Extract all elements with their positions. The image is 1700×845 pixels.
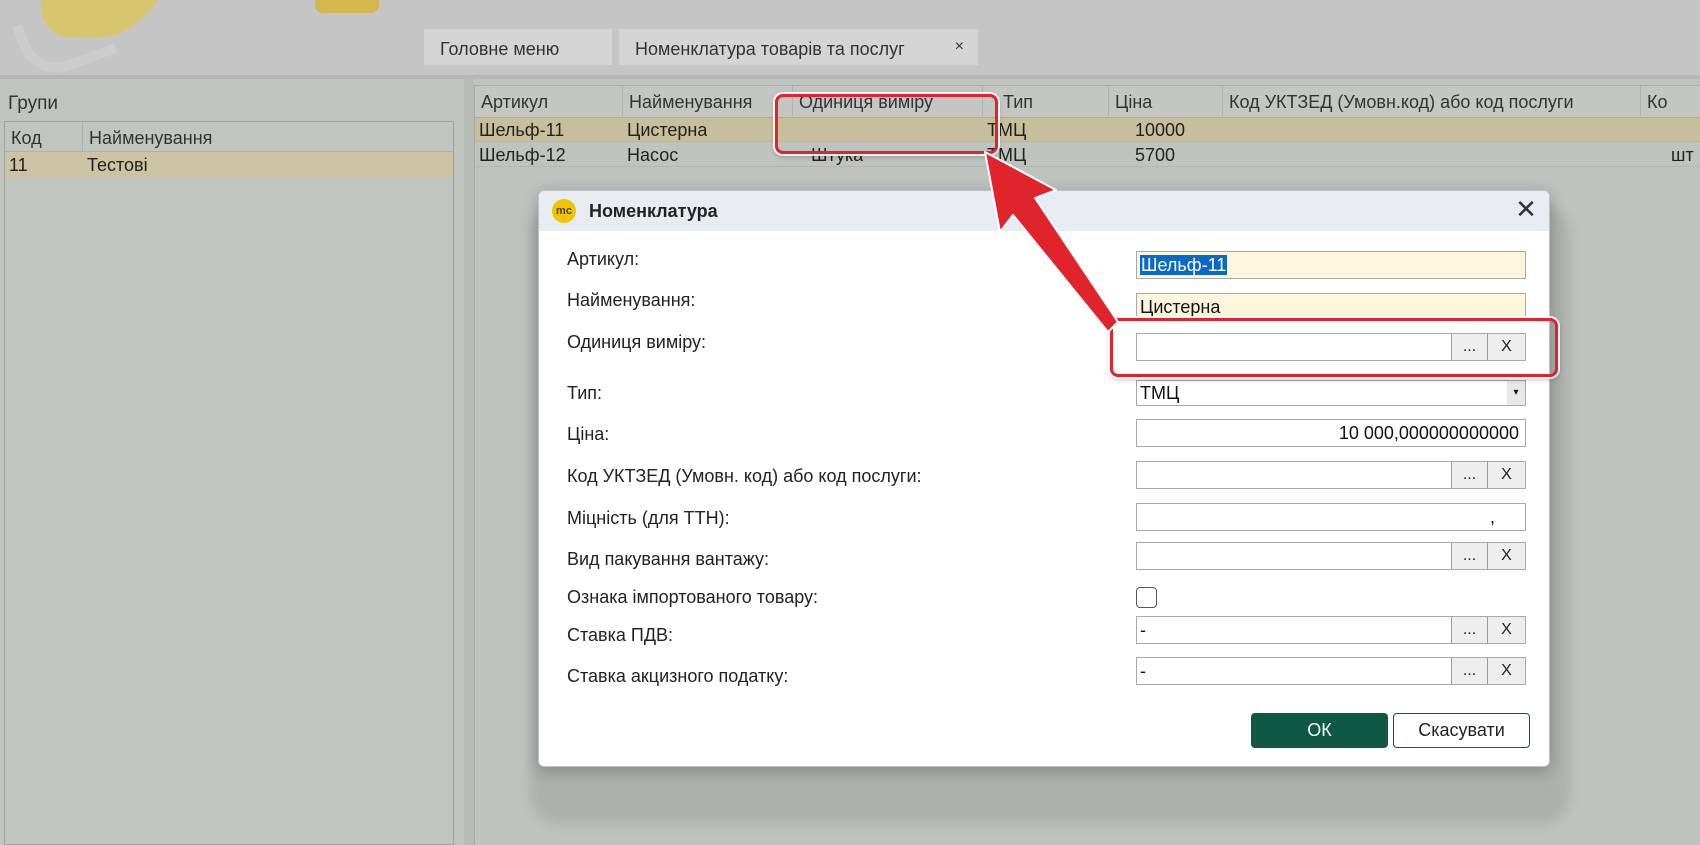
close-icon[interactable]: ✕ (1511, 196, 1541, 226)
strength-field[interactable]: , (1136, 503, 1526, 531)
unit-label: Одиниця виміру: (567, 332, 707, 352)
cell-article: Шельф-11 (479, 120, 565, 140)
type-value: ТМЦ (1140, 383, 1180, 403)
close-icon[interactable]: × (955, 38, 964, 56)
type-select[interactable]: ТМЦ ▾ (1136, 380, 1526, 406)
excise-select-button[interactable]: ... (1451, 658, 1488, 684)
strength-label: Міцність (для ТТН): (567, 508, 730, 528)
column-header-type[interactable]: Тип (983, 86, 1109, 118)
vat-value: - (1140, 620, 1146, 640)
name-label: Найменування: (567, 290, 696, 310)
cell-name: Тестові (87, 155, 148, 175)
column-header-price[interactable]: Ціна (1109, 86, 1223, 118)
nomenclature-dialog: mc Номенклатура ✕ Артикул: Шельф-11 Найм… (538, 190, 1550, 767)
cell-price: 5700 (1135, 145, 1176, 165)
article-value: Шельф-11 (1140, 255, 1228, 275)
uktzed-field[interactable]: ... X (1136, 461, 1526, 489)
app-logo-icon: mc (552, 199, 576, 223)
type-label: Тип: (567, 383, 603, 403)
chevron-down-icon[interactable]: ▾ (1507, 381, 1525, 405)
excise-field[interactable]: - ... X (1136, 657, 1526, 685)
cell-name: Насос (627, 145, 679, 165)
header-yellow-button[interactable] (315, 0, 379, 13)
vat-select-button[interactable]: ... (1451, 617, 1488, 643)
vat-label: Ставка ПДВ: (567, 625, 674, 645)
table-row[interactable]: Шельф-11 Цистерна ТМЦ 10000 (475, 118, 1700, 142)
packing-select-button[interactable]: ... (1451, 543, 1488, 569)
cell-name: Цистерна (627, 120, 708, 140)
packing-clear-button[interactable]: X (1487, 543, 1525, 569)
article-field[interactable]: Шельф-11 (1136, 251, 1526, 279)
cell-article: Шельф-12 (479, 145, 566, 165)
panel-splitter[interactable] (464, 79, 474, 845)
column-header-name[interactable]: Найменування (83, 122, 453, 151)
tab-nomenclature[interactable]: Номенклатура товарів та послуг × (618, 28, 979, 65)
column-header-code[interactable]: Код (5, 122, 83, 151)
uktzed-clear-button[interactable]: X (1487, 462, 1525, 488)
imported-label: Ознака імпортованого товару: (567, 587, 819, 607)
excise-clear-button[interactable]: X (1487, 658, 1525, 684)
imported-checkbox[interactable] (1136, 587, 1157, 608)
vat-field[interactable]: - ... X (1136, 616, 1526, 644)
dialog-title: Номенклатура (589, 201, 718, 221)
uktzed-label: Код УКТЗЕД (Умовн. код) або код послуги: (567, 466, 922, 486)
excise-label: Ставка акцизного податку: (567, 666, 789, 686)
column-header-article[interactable]: Артикул (475, 86, 623, 118)
column-header-name[interactable]: Найменування (623, 86, 793, 118)
uktzed-select-button[interactable]: ... (1451, 462, 1488, 488)
dialog-header: mc Номенклатура ✕ (539, 191, 1549, 231)
excise-value: - (1140, 661, 1146, 681)
cancel-button[interactable]: Скасувати (1393, 713, 1530, 748)
column-header-extra[interactable]: Ко (1641, 86, 1700, 118)
tab-main-menu[interactable]: Головне меню (423, 28, 613, 65)
tab-label: Номенклатура товарів та послуг (635, 39, 905, 59)
article-label: Артикул: (567, 249, 640, 269)
groups-panel: Групи Код Найменування 11 Тестові (0, 79, 464, 845)
price-field[interactable]: 10 000,000000000000 (1136, 419, 1526, 447)
column-header-uktzed[interactable]: Код УКТЗЕД (Умовн.код) або код послуги (1223, 86, 1641, 118)
packing-label: Вид пакування вантажу: (567, 549, 770, 569)
annotation-highlight-field (1110, 318, 1558, 377)
tab-label: Головне меню (440, 39, 560, 59)
packing-field[interactable]: ... X (1136, 542, 1526, 570)
app-header: Головне меню Номенклатура товарів та пос… (0, 0, 1700, 84)
groups-table: Код Найменування 11 Тестові (4, 121, 454, 845)
cell-price: 10000 (1135, 120, 1186, 140)
name-field[interactable]: Цистерна (1136, 293, 1526, 319)
grid-header: Артикул Найменування Одиниця виміру Тип … (475, 86, 1700, 118)
cell-code: 11 (9, 155, 28, 175)
vat-clear-button[interactable]: X (1487, 617, 1525, 643)
annotation-highlight-column (775, 94, 998, 154)
groups-title: Групи (8, 93, 58, 114)
table-row[interactable]: 11 Тестові (5, 152, 453, 178)
groups-table-header: Код Найменування (5, 122, 453, 152)
table-row[interactable]: Шельф-12 Насос Штука ТМЦ 5700 шт (475, 143, 1700, 167)
price-label: Ціна: (567, 424, 610, 444)
ok-button[interactable]: ОК (1251, 713, 1388, 748)
cell-extra: шт (1671, 145, 1694, 165)
